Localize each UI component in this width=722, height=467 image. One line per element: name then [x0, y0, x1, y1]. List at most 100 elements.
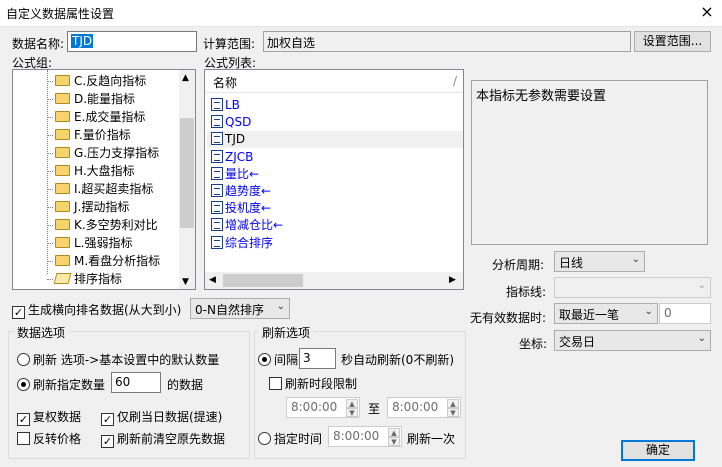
tree-item[interactable]: F.量价指标 — [55, 126, 131, 144]
tree-item[interactable]: 排序指标 — [53, 270, 123, 288]
custom-count-input[interactable]: 60 — [111, 372, 161, 393]
list-item[interactable]: ZJCB — [211, 149, 253, 166]
tree-item-label: H.大盘指标 — [74, 164, 135, 178]
no-data-number-input[interactable]: 0 — [659, 303, 711, 324]
no-data-select[interactable]: 取最近一笔 ⌄ — [554, 303, 658, 324]
rank-mode-value: 0-N自然排序 — [195, 303, 264, 317]
radio-fixed-time[interactable]: 指定时间 — [258, 430, 322, 447]
from-time-input[interactable]: 8:00:00 ▲ ▼ — [286, 397, 360, 418]
tree-branch-line — [47, 99, 53, 100]
tree-item[interactable]: D.能量指标 — [55, 90, 135, 108]
tree-item[interactable]: L.强弱指标 — [55, 234, 133, 252]
window-title: 自定义数据属性设置 — [6, 7, 115, 21]
tree-item-label: 排序指标 — [74, 272, 123, 286]
tree-item-label: G.压力支撑指标 — [74, 146, 160, 160]
scroll-right-icon[interactable]: ▶ — [449, 275, 456, 285]
radio-interval[interactable]: 间隔 — [258, 351, 298, 368]
axis-select[interactable]: 交易日 ⌄ — [554, 330, 711, 351]
list-item[interactable]: 趋势度← — [211, 183, 271, 200]
check-adjusted-label: 复权数据 — [33, 410, 82, 424]
check-reverse-price[interactable]: 反转价格 — [17, 430, 81, 447]
to-label: 至 — [368, 402, 381, 416]
tree-scroll-thumb[interactable] — [180, 118, 194, 228]
spin-up-icon[interactable]: ▲ — [388, 428, 400, 437]
spin-up-icon[interactable]: ▲ — [447, 399, 459, 408]
formula-icon — [211, 98, 223, 111]
check-today-only[interactable]: ✓ 仅刷当日数据(提速) — [101, 408, 222, 426]
generate-rank-checkbox[interactable]: ✓ 生成横向排名数据(从大到小) — [12, 301, 181, 319]
interval-input[interactable]: 3 — [299, 348, 336, 369]
scroll-down-icon[interactable]: ▼ — [182, 277, 189, 287]
check-clear-before[interactable]: ✓ 刷新前清空原先数据 — [101, 430, 225, 448]
tree-item[interactable]: K.多空势利对比 — [55, 216, 158, 234]
folder-icon — [55, 201, 70, 212]
tree-branch-line — [47, 261, 53, 262]
check-adjusted-data[interactable]: ✓ 复权数据 — [17, 408, 81, 426]
data-name-label: 数据名称: — [12, 37, 65, 51]
fixed-time-value: 8:00:00 — [333, 429, 380, 443]
period-select[interactable]: 日线 ⌄ — [554, 251, 645, 272]
tree-branch-line — [47, 243, 53, 244]
formula-group-tree[interactable]: C.反趋向指标 D.能量指标 E.成交量指标 F.量价指标 G.压力支撑指标 H.大盘指标… — [12, 69, 196, 290]
formula-list[interactable]: 名称 / LB QSD TJD ZJCB 量比← 趋势度← 投机度← 增减仓比← 综合排序 ◀ … — [204, 69, 464, 290]
folder-icon — [55, 183, 70, 194]
list-item[interactable]: 增减仓比← — [211, 217, 283, 234]
fixed-time-suffix: 刷新一次 — [407, 432, 456, 446]
close-button[interactable]: × — [696, 2, 718, 22]
tree-item-label: J.摆动指标 — [74, 200, 130, 214]
indicator-line-select[interactable]: ⌄ — [554, 277, 711, 298]
spin-down-icon[interactable]: ▼ — [346, 408, 358, 417]
tree-scrollbar[interactable]: ▲ ▼ — [179, 70, 195, 289]
list-item[interactable]: QSD — [211, 114, 251, 131]
spin-down-icon[interactable]: ▼ — [388, 437, 400, 446]
list-item[interactable]: LB — [211, 97, 240, 114]
to-time-input[interactable]: 8:00:00 ▲ ▼ — [387, 397, 461, 418]
rank-mode-select[interactable]: 0-N自然排序 ⌄ — [190, 298, 290, 319]
list-item[interactable]: TJD — [207, 131, 463, 149]
list-item[interactable]: 投机度← — [211, 200, 271, 217]
scroll-up-icon[interactable]: ▲ — [182, 73, 189, 83]
scroll-left-icon[interactable]: ◀ — [209, 275, 216, 285]
tree-item-label: L.强弱指标 — [74, 236, 133, 250]
folder-icon — [55, 75, 70, 86]
ok-button[interactable]: 确定 — [621, 440, 695, 461]
from-time-value: 8:00:00 — [291, 400, 338, 414]
list-item[interactable]: 综合排序 — [211, 235, 273, 252]
spin-down-icon[interactable]: ▼ — [447, 408, 459, 417]
list-item-label: 增减仓比← — [225, 218, 284, 233]
no-data-number-value: 0 — [664, 306, 672, 320]
tree-item[interactable]: E.成交量指标 — [55, 108, 145, 126]
tree-item[interactable]: C.反趋向指标 — [55, 72, 146, 90]
spin-up-icon[interactable]: ▲ — [346, 399, 358, 408]
formula-icon — [211, 115, 223, 129]
list-item[interactable]: 量比← — [211, 166, 259, 183]
tree-item[interactable]: I.超买超卖指标 — [55, 180, 153, 198]
folder-icon — [55, 255, 70, 266]
radio-custom-count[interactable]: 刷新指定数量 — [17, 376, 105, 393]
checkbox-icon: ✓ — [101, 435, 114, 448]
radio-default-count[interactable]: 刷新 选项->基本设置中的默认数量 — [17, 351, 219, 368]
chevron-down-icon: ⌄ — [644, 306, 653, 317]
tree-item[interactable]: J.摆动指标 — [55, 198, 129, 216]
list-hscrollbar[interactable]: ◀ ▶ — [205, 272, 463, 289]
folder-icon — [55, 129, 70, 140]
tree-item[interactable]: G.压力支撑指标 — [55, 144, 159, 162]
set-range-button[interactable]: 设置范围... — [634, 31, 711, 52]
list-scroll-thumb[interactable] — [223, 274, 303, 287]
tree-item[interactable]: H.大盘指标 — [55, 162, 135, 180]
list-item-label: ZJCB — [225, 149, 254, 164]
radio-selected-icon — [17, 378, 30, 391]
tree-branch-line — [47, 207, 53, 208]
formula-icon — [211, 132, 223, 146]
folder-open-icon — [53, 273, 72, 284]
formula-icon — [211, 184, 223, 197]
check-time-limit[interactable]: 刷新时段限制 — [269, 375, 357, 392]
chevron-down-icon: ⌄ — [697, 333, 706, 344]
list-header[interactable]: 名称 / — [205, 70, 463, 93]
tree-branch-line — [47, 225, 53, 226]
fixed-time-input[interactable]: 8:00:00 ▲ ▼ — [328, 426, 402, 447]
tree-item[interactable]: M.看盘分析指标 — [55, 252, 160, 270]
folder-icon — [55, 237, 70, 248]
chevron-down-icon: ⌄ — [276, 301, 285, 312]
data-name-input[interactable]: TJD — [67, 31, 197, 52]
